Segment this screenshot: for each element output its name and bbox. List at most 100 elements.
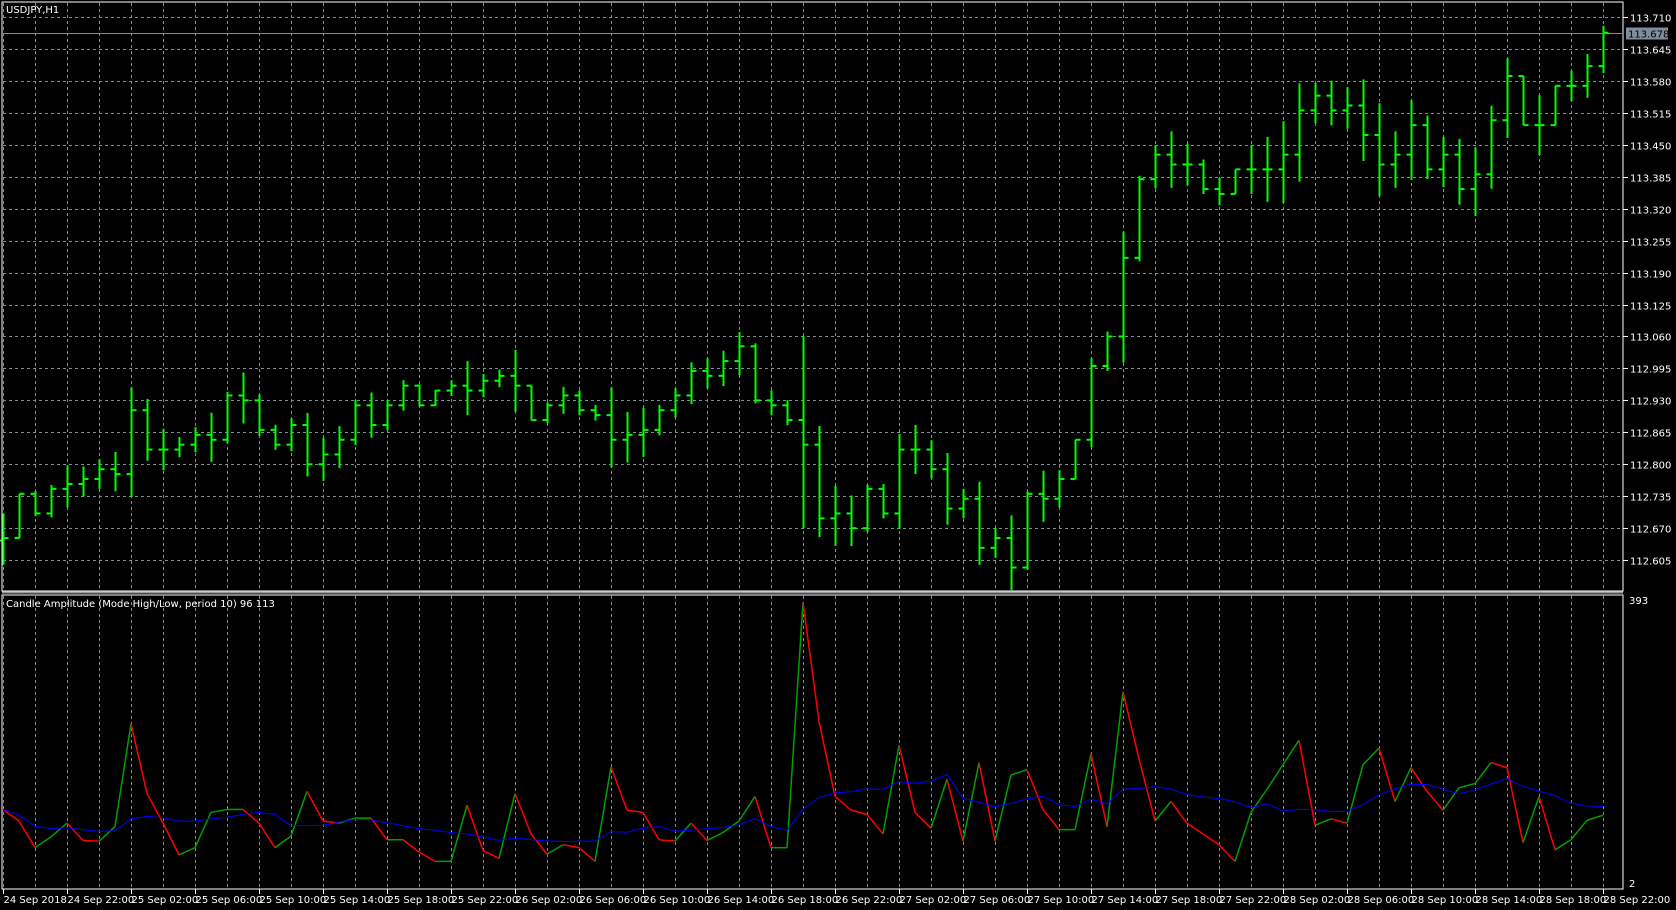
amplitude-segment [66, 822, 84, 841]
ohlc-bar [1550, 84, 1561, 127]
time-label: 26 Sep 18:00 [772, 895, 839, 906]
time-label: 25 Sep 14:00 [324, 895, 391, 906]
ohlc-bar [974, 481, 985, 565]
ohlc-bar [78, 466, 89, 497]
ohlc-bar [830, 485, 841, 546]
price-bars [0, 25, 1609, 591]
ohlc-bar [1150, 145, 1161, 189]
ohlc-bar [430, 389, 441, 407]
ohlc-bar [942, 452, 953, 525]
amplitude-segment [930, 778, 948, 829]
amplitude-segment [1410, 767, 1428, 792]
price-label: 113.385 [1630, 174, 1671, 185]
time-label: 26 Sep 06:00 [580, 895, 647, 906]
amplitude-segment [626, 809, 644, 814]
time-label: 27 Sep 02:00 [900, 895, 967, 906]
amplitude-segment [1506, 767, 1524, 843]
amplitude-segment [578, 847, 596, 862]
amplitude-segment [1586, 814, 1604, 821]
amplitude-segment [882, 745, 900, 835]
ohlc-bar [1534, 95, 1545, 156]
time-label: 25 Sep 22:00 [452, 895, 519, 906]
indicator-axis-min: 2 [1629, 879, 1635, 890]
amplitude-segment [482, 849, 500, 860]
amplitude-segment [1522, 796, 1540, 843]
ohlc-bar [1502, 58, 1513, 138]
amplitude-segment [1426, 790, 1444, 811]
ohlc-bar [238, 372, 249, 424]
amplitude-segment [178, 846, 196, 856]
ohlc-bar [110, 452, 121, 492]
time-label: 24 Sep 2018 [4, 895, 67, 906]
amplitude-segment [866, 814, 884, 835]
price-label: 113.190 [1630, 270, 1671, 281]
amplitude-segment [290, 791, 308, 837]
ohlc-bar [782, 400, 793, 426]
amplitude-segment [1122, 691, 1140, 760]
current-price-label: 113.678 [1628, 30, 1669, 41]
price-label: 113.515 [1630, 110, 1671, 121]
price-label: 112.865 [1630, 429, 1671, 440]
ohlc-bar [318, 437, 329, 482]
price-label: 113.320 [1630, 206, 1671, 217]
amplitude-segment [1330, 818, 1348, 824]
amplitude-segment [1474, 762, 1492, 784]
price-label: 112.605 [1630, 557, 1671, 568]
ohlc-bar [990, 528, 1001, 558]
amplitude-segment [1314, 818, 1332, 826]
time-label: 25 Sep 06:00 [196, 895, 263, 906]
amplitude-segment [162, 822, 180, 856]
ohlc-bar [1566, 70, 1577, 102]
amplitude-segment [242, 808, 260, 824]
amplitude-segment [210, 808, 228, 814]
chart-window[interactable]: 113.710 113.645 113.580 113.515 113.450 113.3… [0, 0, 1676, 910]
ohlc-bar [206, 412, 217, 462]
ohlc-bar [1438, 136, 1449, 188]
ohlc-bar [654, 404, 665, 436]
amplitude-segment [98, 826, 116, 842]
ohlc-bar [926, 440, 937, 479]
ohlc-bar [766, 390, 777, 416]
ohlc-bar [142, 398, 153, 461]
amplitude-segment [1570, 819, 1588, 841]
amplitude-segment [1218, 844, 1236, 862]
amplitude-segment [1074, 753, 1092, 830]
ohlc-bar [446, 380, 457, 396]
amplitude-segment [1042, 808, 1060, 831]
ohlc-bar [350, 399, 361, 446]
ohlc-bar [1278, 121, 1289, 203]
time-label: 27 Sep 10:00 [1028, 895, 1095, 906]
ohlc-bar [62, 465, 73, 508]
ohlc-bar [1358, 79, 1369, 162]
amplitude-segment [1106, 691, 1124, 827]
time-label: 28 Sep 14:00 [1476, 895, 1543, 906]
ohlc-bar [1214, 177, 1225, 206]
ohlc-bar [1086, 358, 1097, 448]
ohlc-bar [542, 402, 553, 424]
ohlc-bar [1454, 138, 1465, 205]
ohlc-bar [894, 434, 905, 529]
amplitude-segment [562, 844, 580, 849]
indicator-label: Candle Amplitude (Mode High/Low, period … [6, 599, 275, 610]
axes: 113.710 113.645 113.580 113.515 113.450 113.3… [3, 14, 1671, 906]
amplitude-segment [786, 602, 804, 848]
time-label: 28 Sep 02:00 [1284, 895, 1351, 906]
price-label: 112.670 [1630, 525, 1671, 536]
ohlc-bar [1166, 131, 1177, 188]
time-label: 28 Sep 10:00 [1412, 895, 1479, 906]
amplitude-segment [898, 745, 916, 813]
ohlc-bar [1006, 515, 1017, 591]
time-label: 28 Sep 18:00 [1540, 895, 1607, 906]
time-label: 28 Sep 06:00 [1348, 895, 1415, 906]
amplitude-segment [802, 602, 820, 722]
ohlc-bar [1102, 331, 1113, 371]
amplitude-segment [306, 791, 324, 822]
amplitude-segment [1250, 788, 1268, 813]
ohlc-bar [30, 491, 41, 517]
ohlc-bar [1326, 80, 1337, 126]
amplitude-segment [738, 796, 756, 822]
amplitude-segment [610, 766, 628, 811]
ohlc-bar [702, 358, 713, 389]
indicator-lines [2, 602, 1604, 863]
ohlc-bar [126, 387, 137, 497]
